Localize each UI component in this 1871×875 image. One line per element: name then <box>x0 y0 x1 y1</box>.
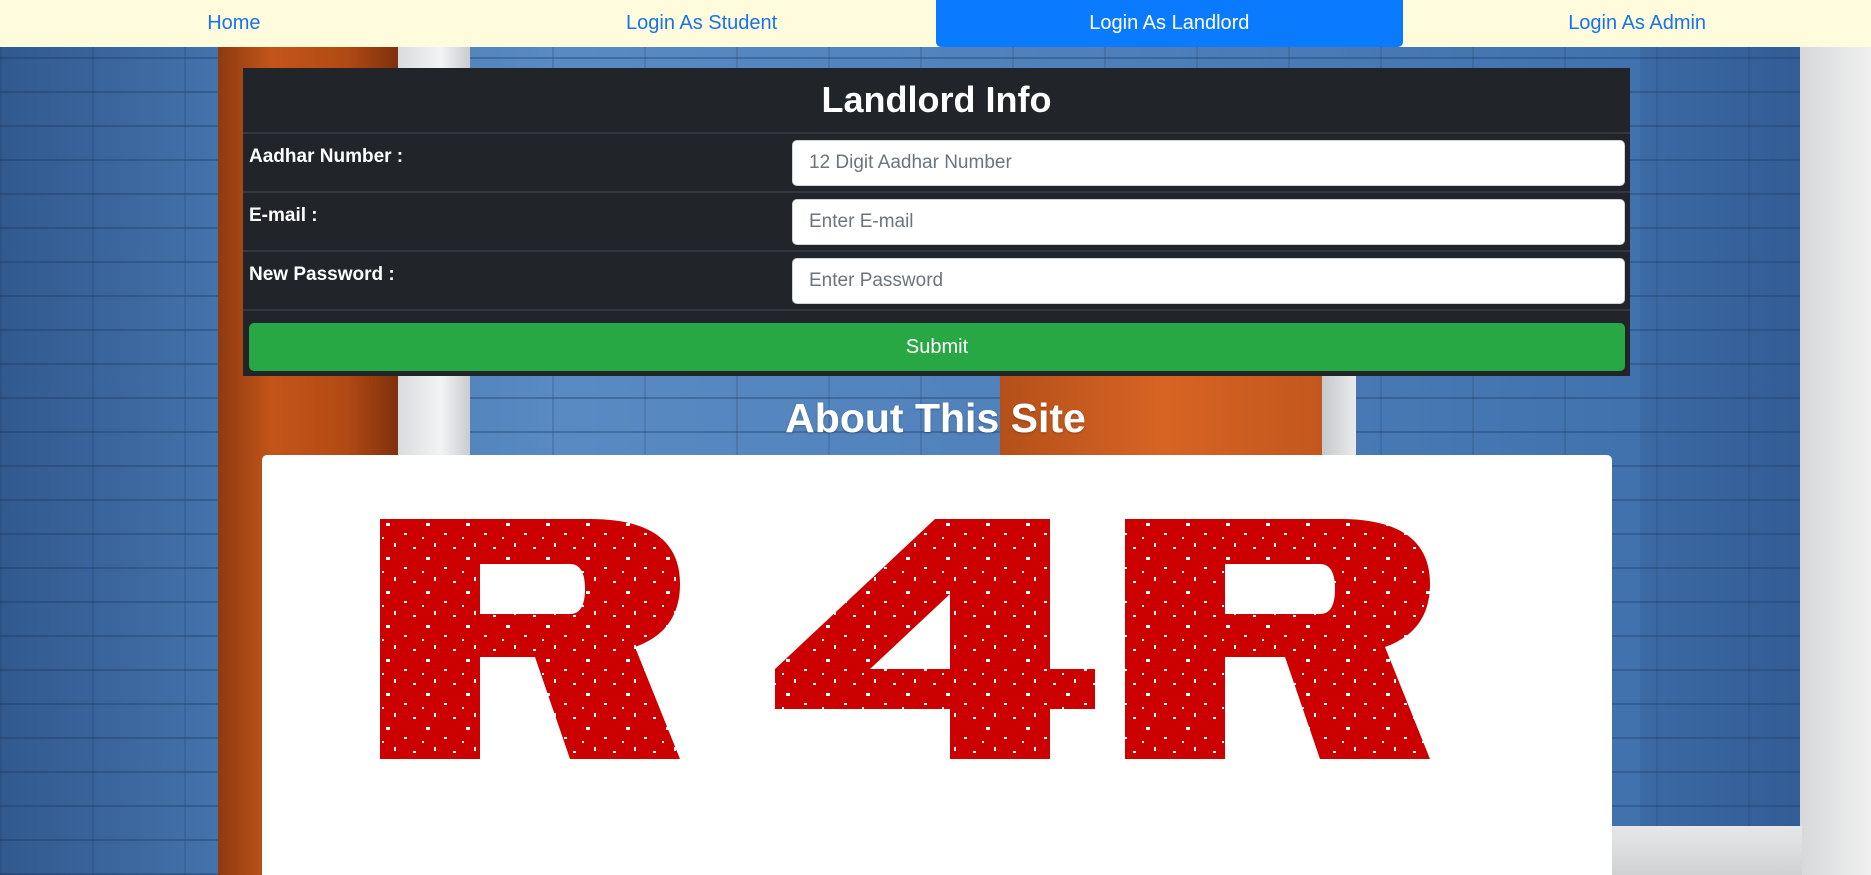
about-panel <box>262 455 1612 875</box>
baseboard <box>1612 826 1802 875</box>
aadhar-label: Aadhar Number : <box>249 146 404 167</box>
logo-texture <box>380 519 1512 759</box>
aadhar-row: Aadhar Number : <box>243 134 1630 193</box>
email-input[interactable] <box>792 199 1625 245</box>
nav-login-student[interactable]: Login As Student <box>468 0 936 47</box>
landlord-form-card: Landlord Info Aadhar Number : E-mail : N… <box>243 68 1630 376</box>
email-label: E-mail : <box>249 205 318 226</box>
about-title: About This Site <box>785 395 1086 441</box>
password-row: New Password : <box>243 252 1630 311</box>
nav-login-admin[interactable]: Login As Admin <box>1403 0 1871 47</box>
password-input[interactable] <box>792 258 1625 304</box>
r4r-logo <box>380 519 1512 759</box>
nav-home[interactable]: Home <box>0 0 468 47</box>
email-row: E-mail : <box>243 193 1630 252</box>
top-nav: Home Login As Student Login As Landlord … <box>0 0 1871 47</box>
form-title: Landlord Info <box>243 68 1630 134</box>
aadhar-input[interactable] <box>792 140 1625 186</box>
password-label: New Password : <box>249 264 395 285</box>
nav-login-landlord[interactable]: Login As Landlord <box>935 0 1404 47</box>
submit-button[interactable]: Submit <box>249 323 1625 371</box>
right-wall-edge <box>1800 47 1871 875</box>
right-wall-shade <box>1640 47 1800 875</box>
